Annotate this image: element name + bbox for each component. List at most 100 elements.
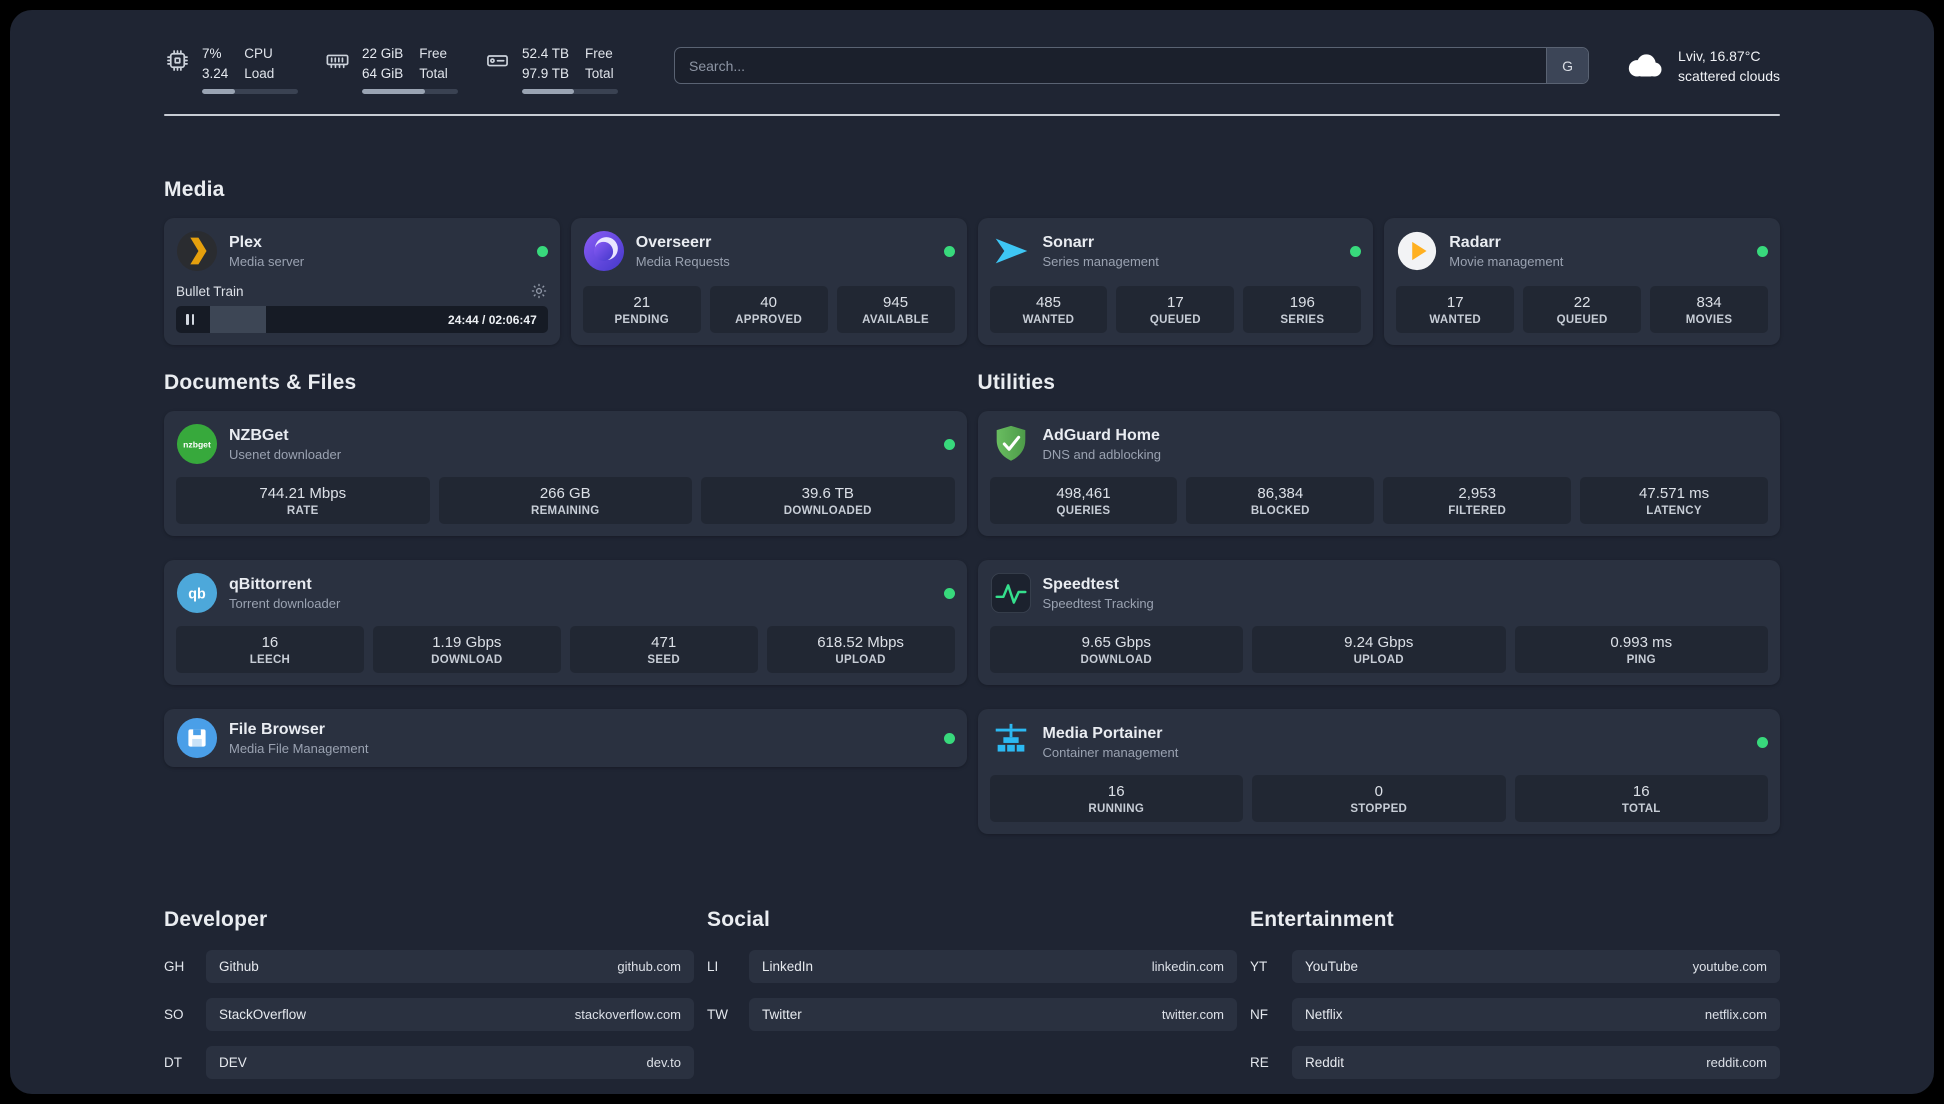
bookmark-name: Netflix	[1305, 1007, 1343, 1023]
pause-button[interactable]	[176, 306, 204, 333]
plex-card[interactable]: Plex Media server Bullet Train 24:44 / 0…	[164, 218, 560, 346]
bookmark-group-title: Entertainment	[1250, 908, 1394, 932]
stat-series: 196 SERIES	[1243, 286, 1362, 334]
bookmark-link[interactable]: StackOverflow stackoverflow.com	[206, 998, 694, 1032]
stat-value: 16	[261, 634, 279, 652]
stat-value: 0	[1374, 783, 1383, 801]
radarr-card[interactable]: Radarr Movie management 17 WANTED 22 QUEUE…	[1384, 218, 1780, 346]
bookmark-url: youtube.com	[1692, 959, 1767, 975]
stat-download: 9.65 Gbps DOWNLOAD	[989, 626, 1243, 674]
app-description: Series management	[1042, 253, 1159, 269]
stat-value: 17	[1167, 294, 1184, 312]
bookmark-dev: DT DEV dev.to	[164, 1046, 694, 1080]
speedtest-card[interactable]: Speedtest Speedtest Tracking 9.65 Gbps DO…	[977, 560, 1780, 686]
bookmark-abbr: TW	[707, 1007, 728, 1023]
stat-rate: 744.21 Mbps RATE	[176, 477, 430, 525]
app-description: Usenet downloader	[229, 446, 342, 462]
speedtest-icon	[990, 572, 1032, 614]
dashboard: 7% 3.24 CPU Load 22 GiB 64 GiB Free Tota…	[10, 10, 1934, 1094]
stat-queries: 498,461 QUERIES	[989, 477, 1178, 525]
app-name: Sonarr	[1042, 233, 1095, 251]
playback-progress-fill	[210, 306, 266, 334]
stat-queued: 22 QUEUED	[1523, 286, 1642, 334]
bookmark-group-title: Social	[707, 908, 771, 932]
utilities-column: Utilities AdGuard Home DNS and adblockin…	[977, 371, 1780, 858]
stat-value: 2,953	[1458, 485, 1496, 503]
stat-label: UPLOAD	[1353, 654, 1404, 667]
stat-downloaded: 39.6 TB DOWNLOADED	[701, 477, 955, 525]
stat-value: 16	[1107, 783, 1125, 801]
stat-download: 1.19 Gbps DOWNLOAD	[372, 626, 561, 674]
status-dot	[943, 438, 955, 450]
stat-label: QUEUED	[1149, 314, 1201, 327]
bookmark-url: stackoverflow.com	[574, 1007, 681, 1023]
weather-condition: scattered clouds	[1678, 68, 1780, 85]
bookmark-abbr: GH	[164, 959, 185, 975]
stat-label: WANTED	[1429, 314, 1482, 327]
bookmark-abbr: RE	[1250, 1055, 1269, 1071]
cpu-progress-bar	[202, 89, 298, 95]
overseerr-card[interactable]: Overseerr Media Requests 21 PENDING 40 APP…	[570, 218, 967, 346]
bookmark-name: YouTube	[1305, 959, 1359, 975]
status-dot	[536, 245, 548, 257]
bookmark-link[interactable]: Netflix netflix.com	[1292, 998, 1780, 1032]
stat-value: 471	[651, 634, 677, 652]
bookmark-link[interactable]: YouTube youtube.com	[1292, 950, 1780, 984]
app-name: NZBGet	[229, 426, 289, 444]
bookmark-netflix: NF Netflix netflix.com	[1250, 998, 1780, 1032]
stat-running: 16 RUNNING	[989, 775, 1243, 823]
bookmark-url: github.com	[617, 959, 681, 975]
bookmark-group-developer: Developer GH Github github.com SO StackO…	[164, 908, 694, 1094]
qbittorrent-card[interactable]: qb qBittorrent Torrent downloader 16 LEEC…	[164, 560, 967, 686]
bookmark-url: dev.to	[646, 1055, 681, 1071]
stat-label: SERIES	[1280, 314, 1325, 327]
gear-icon[interactable]	[530, 282, 548, 300]
adguard-card[interactable]: AdGuard Home DNS and adblocking 498,461 Q…	[977, 411, 1780, 537]
now-playing-title: Bullet Train	[176, 283, 244, 299]
disk-label-bottom: Total	[585, 65, 614, 81]
nzbget-card[interactable]: nzbget NZBGet Usenet downloader 744.21 M…	[164, 411, 967, 537]
bookmark-url: netflix.com	[1704, 1007, 1767, 1023]
app-name: AdGuard Home	[1042, 426, 1160, 444]
playback-time: 24:44 / 02:06:47	[448, 312, 537, 327]
stat-value: 618.52 Mbps	[817, 634, 904, 652]
bookmark-abbr: LI	[707, 959, 719, 975]
stat-upload: 618.52 Mbps UPLOAD	[766, 626, 955, 674]
bookmark-link[interactable]: Reddit reddit.com	[1292, 1046, 1780, 1080]
stat-value: 266 GB	[539, 485, 591, 503]
filebrowser-card[interactable]: File Browser Media File Management	[164, 709, 967, 768]
portainer-card[interactable]: Media Portainer Container management 16 R…	[977, 709, 1780, 835]
sonarr-card[interactable]: Sonarr Series management 485 WANTED 17 QUE…	[977, 218, 1374, 346]
cpu-label-bottom: Load	[244, 65, 275, 81]
playback-progress-bar[interactable]: 24:44 / 02:06:47	[176, 306, 548, 334]
bookmark-name: StackOverflow	[219, 1007, 307, 1023]
qbittorrent-icon: qb	[176, 572, 218, 614]
plex-icon	[176, 230, 218, 272]
bookmark-link[interactable]: Twitter twitter.com	[749, 998, 1237, 1032]
stat-value: 485	[1035, 294, 1061, 312]
search-shortcut-button[interactable]: G	[1546, 48, 1589, 83]
status-dot	[943, 732, 955, 744]
stat-label: RATE	[286, 505, 319, 518]
weather-widget[interactable]: Lviv, 16.87°C scattered clouds	[1623, 46, 1780, 87]
status-dot	[1757, 736, 1768, 748]
cpu-labels: CPU Load	[244, 44, 274, 83]
app-name: Plex	[229, 233, 262, 251]
stat-upload: 9.24 Gbps UPLOAD	[1252, 626, 1506, 674]
app-description: Container management	[1042, 744, 1179, 760]
search-input[interactable]	[675, 48, 1547, 83]
bookmark-abbr: NF	[1250, 1007, 1268, 1023]
stat-value: 196	[1289, 294, 1315, 312]
cpu-label-top: CPU	[244, 46, 273, 61]
stat-filtered: 2,953 FILTERED	[1383, 477, 1572, 525]
app-description: Media File Management	[229, 740, 369, 756]
bookmark-link[interactable]: LinkedIn linkedin.com	[749, 950, 1237, 984]
bookmark-link[interactable]: DEV dev.to	[206, 1046, 694, 1080]
bookmark-group-social: Social LI LinkedIn linkedin.com TW Twitt…	[707, 908, 1237, 1094]
stat-total: 16 TOTAL	[1514, 775, 1768, 823]
adguard-icon	[990, 423, 1032, 465]
stat-label: RUNNING	[1088, 803, 1145, 816]
bookmark-link[interactable]: Github github.com	[206, 950, 694, 984]
section-title-media: Media	[164, 178, 225, 202]
svg-text:qb: qb	[188, 586, 206, 602]
